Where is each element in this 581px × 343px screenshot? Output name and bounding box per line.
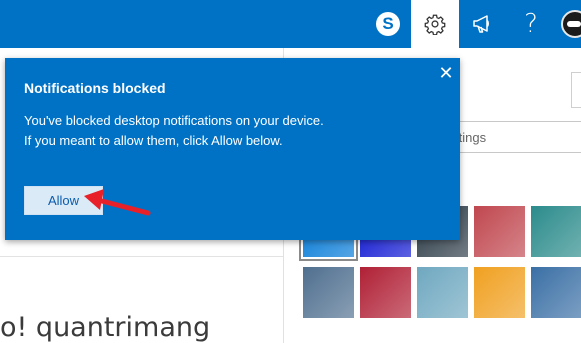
gear-icon (424, 14, 446, 35)
divider (0, 256, 283, 257)
theme-swatch-palm-sunset[interactable] (474, 206, 525, 257)
callout-message: You've blocked desktop notifications on … (24, 113, 324, 148)
theme-swatch-bokeh-red[interactable] (360, 267, 411, 318)
theme-swatch-mountains[interactable] (417, 267, 468, 318)
megaphone-icon (473, 15, 489, 33)
theme-swatch-starfish[interactable] (474, 267, 525, 318)
theme-swatch-circuit-teal[interactable] (531, 206, 581, 257)
page-greeting: o! quantrimang (0, 312, 211, 343)
theme-swatch-water-blue[interactable] (531, 267, 581, 318)
pane-header-box (571, 72, 581, 108)
skype-button[interactable]: S (364, 0, 412, 48)
arrow-icon (84, 189, 151, 216)
top-bar: S ? (0, 0, 581, 48)
skype-icon: S (376, 12, 400, 36)
callout-title: Notifications blocked (24, 80, 166, 96)
close-icon[interactable]: ✕ (436, 64, 456, 84)
whats-new-button[interactable] (459, 0, 507, 48)
notifications-callout: Notifications blocked You've blocked des… (5, 58, 460, 240)
help-button[interactable]: ? (507, 0, 555, 48)
avatar[interactable] (561, 10, 581, 38)
settings-button[interactable] (411, 0, 459, 48)
theme-swatch-blueprint[interactable] (303, 267, 354, 318)
